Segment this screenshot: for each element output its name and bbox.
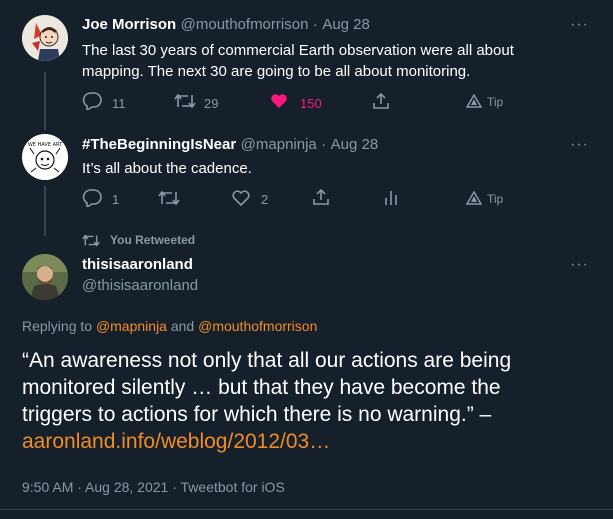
display-name[interactable]: thisisaaronland (82, 256, 193, 273)
tweet-date[interactable]: Aug 28 (331, 136, 379, 153)
tip-icon[interactable] (466, 94, 482, 108)
body-line: triggers to actions for which there is n… (22, 403, 492, 426)
more-options-button[interactable]: ··· (570, 256, 589, 274)
svg-text:WE HAVE ART: WE HAVE ART (28, 142, 63, 148)
replying-to: Replying to @mapninja and @mouthofmorris… (22, 318, 317, 334)
user-handle[interactable]: @mapninja (241, 136, 317, 153)
separator: · (312, 16, 318, 33)
separator: · (321, 136, 327, 153)
share-icon[interactable] (372, 92, 390, 110)
heart-outline-icon[interactable] (232, 190, 250, 206)
tweet-header: Joe Morrison @mouthofmorrison · Aug 28 (82, 16, 370, 34)
more-options-button[interactable]: ··· (570, 16, 589, 34)
tweet-date[interactable]: Aug 28 (322, 16, 370, 33)
more-options-button[interactable]: ··· (570, 136, 589, 154)
user-handle[interactable]: @thisisaaronland (82, 277, 198, 294)
reply-count: 11 (112, 96, 126, 111)
replying-prefix: Replying to (22, 318, 96, 334)
heart-filled-icon[interactable] (270, 93, 288, 109)
tweet-text-line: The last 30 years of commercial Earth ob… (82, 42, 514, 59)
tweet-header: #TheBeginningIsNear @mapninja · Aug 28 (82, 136, 378, 154)
avatar[interactable] (22, 15, 68, 61)
retweet-banner: You Retweeted (110, 233, 196, 247)
reply-count: 1 (112, 192, 120, 207)
analytics-icon[interactable] (384, 189, 398, 205)
replying-and: and (166, 318, 199, 334)
retweet-icon[interactable] (174, 93, 196, 109)
divider (0, 509, 613, 510)
retweet-count: 29 (204, 96, 219, 111)
like-count: 2 (261, 192, 269, 207)
share-icon[interactable] (312, 188, 330, 206)
body-line: monitored silently … but that they have … (22, 376, 501, 399)
reply-icon[interactable] (82, 189, 102, 207)
thread-connector (44, 186, 46, 236)
body-line: “An awareness not only that all our acti… (22, 349, 512, 372)
thread-connector (44, 72, 46, 130)
avatar[interactable] (22, 254, 68, 300)
tip-icon[interactable] (466, 191, 482, 205)
like-count: 150 (300, 96, 322, 111)
display-name[interactable]: Joe Morrison (82, 16, 176, 33)
reply-icon[interactable] (82, 92, 102, 110)
tweet-text-line: mapping. The next 30 are going to be all… (82, 63, 471, 80)
tweet-link[interactable]: aaronland.info/weblog/2012/03… (22, 428, 511, 455)
avatar[interactable]: WE HAVE ART (22, 134, 68, 180)
retweet-small-icon (82, 234, 100, 247)
tweet-text: It’s all about the cadence. (82, 160, 252, 177)
tip-label[interactable]: Tip (487, 95, 503, 109)
mention-link[interactable]: @mapninja (96, 318, 167, 334)
mention-link[interactable]: @mouthofmorrison (198, 318, 317, 334)
retweet-icon[interactable] (158, 190, 180, 206)
main-tweet-body: “An awareness not only that all our acti… (22, 347, 511, 455)
user-handle[interactable]: @mouthofmorrison (181, 16, 309, 33)
tip-label[interactable]: Tip (487, 192, 503, 206)
display-name[interactable]: #TheBeginningIsNear (82, 136, 236, 153)
tweet-meta: 9:50 AM · Aug 28, 2021 · Tweetbot for iO… (22, 479, 285, 495)
